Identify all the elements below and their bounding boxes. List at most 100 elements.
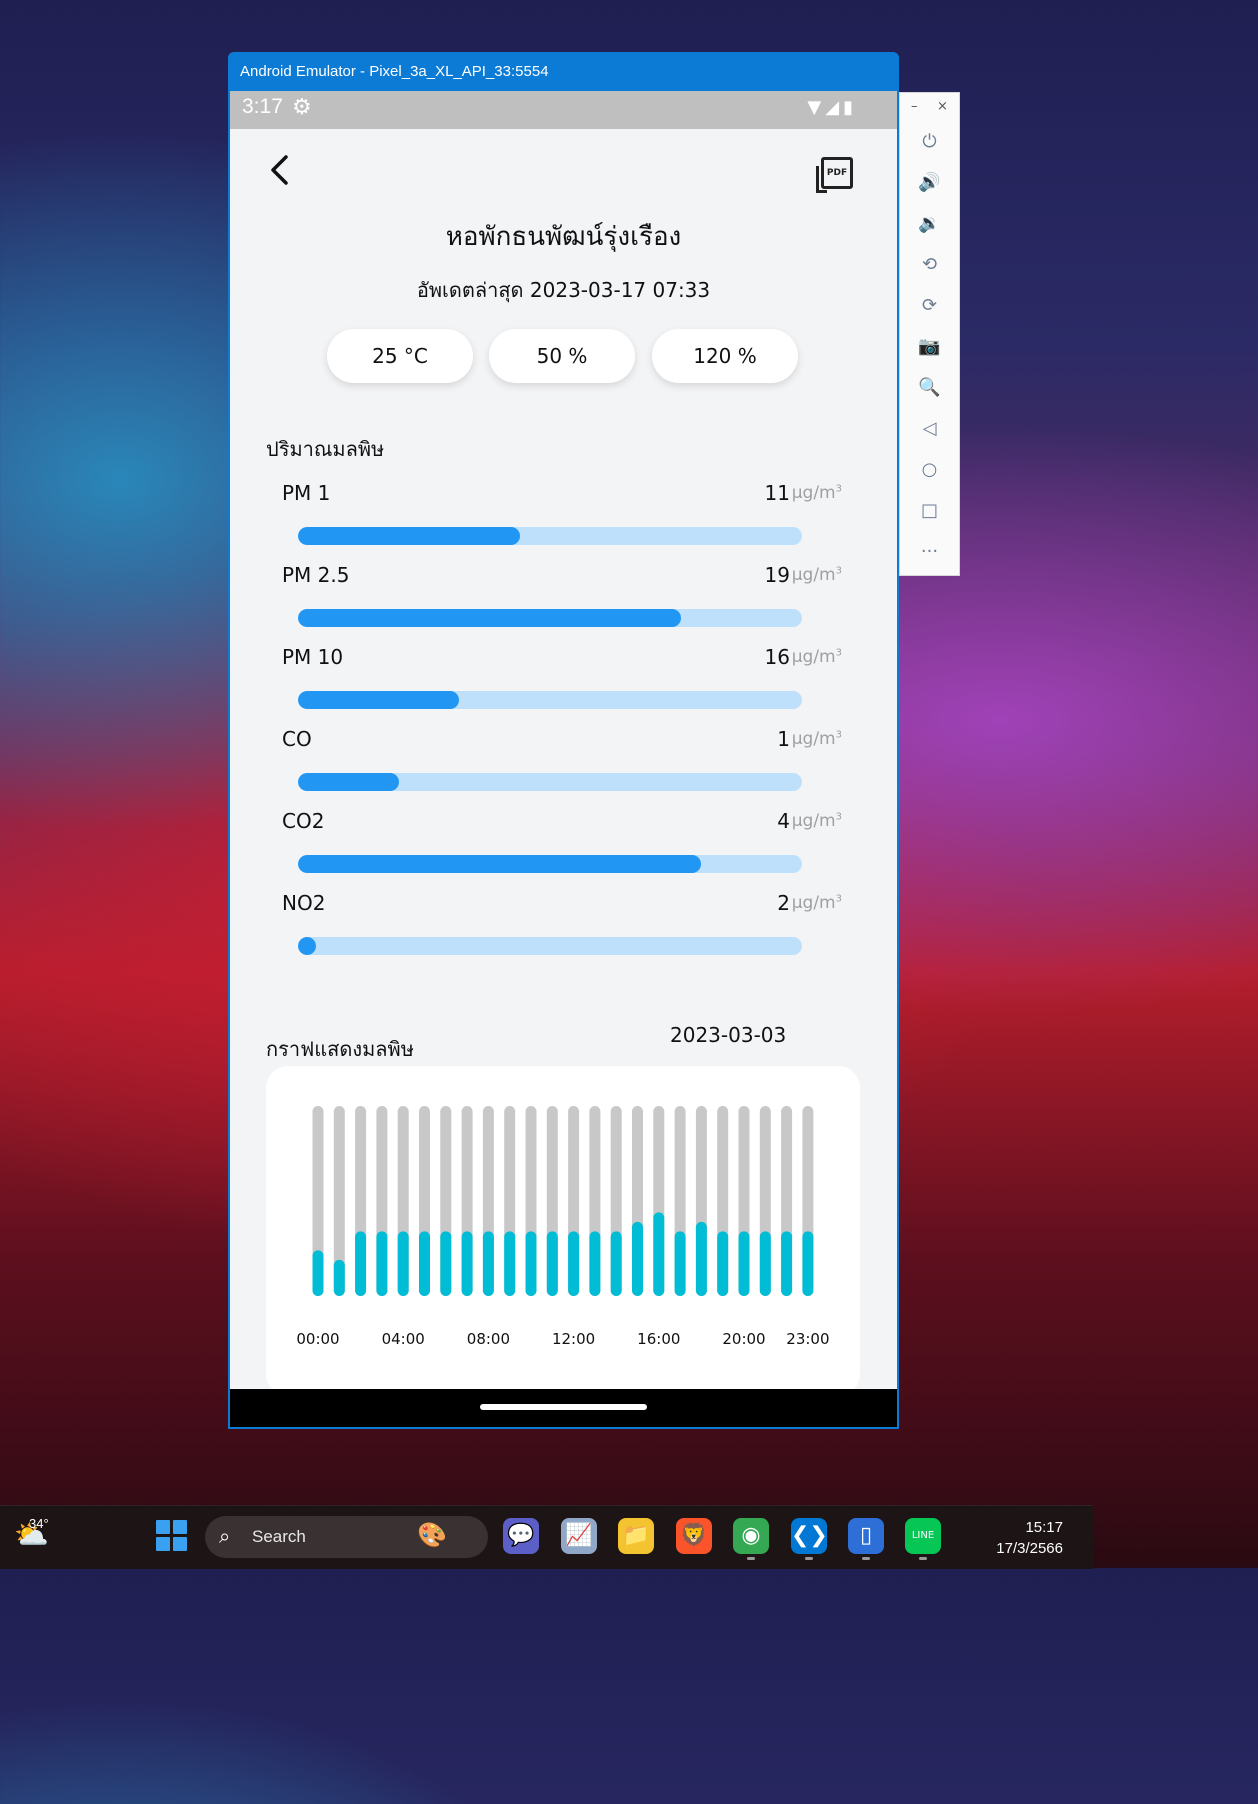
pollutant-unit: μg/m3 <box>792 565 842 585</box>
running-indicator <box>919 1557 927 1560</box>
pollutant-unit: μg/m3 <box>792 893 842 913</box>
volume-up-icon[interactable]: 🔊 <box>900 172 959 193</box>
app-glyph: 🦁 <box>680 1523 708 1548</box>
pdf-icon: PDF <box>826 168 848 178</box>
minimize-icon[interactable]: – <box>911 99 918 114</box>
search-icon: ⌕ <box>219 1524 231 1548</box>
bar-03:00[interactable] <box>376 1231 388 1296</box>
more-icon[interactable]: ··· <box>900 541 959 562</box>
pollutant-level-track <box>298 691 802 709</box>
unit-text: μg/m <box>791 729 836 749</box>
system-clock[interactable]: 15:17 17/3/2566 <box>996 1517 1063 1559</box>
unit-superscript: 3 <box>835 647 842 659</box>
home-circle-icon[interactable]: ○ <box>900 459 959 480</box>
pdf-export-button[interactable]: PDF <box>816 157 853 193</box>
running-indicator <box>862 1557 870 1560</box>
app-glyph: 📈 <box>565 1523 593 1548</box>
zoom-icon[interactable]: 🔍 <box>900 377 959 398</box>
temperature-pill: 25 °C <box>327 329 473 383</box>
clock-time: 15:17 <box>1025 1519 1063 1536</box>
bar-00:00[interactable] <box>312 1250 324 1296</box>
back-triangle-icon[interactable]: ◁ <box>900 418 959 439</box>
search-highlight-icon: 🎨 <box>417 1521 447 1549</box>
bar-05:00[interactable] <box>419 1231 430 1296</box>
humidity-value: 50 % <box>536 344 588 368</box>
rotate-left-icon[interactable]: ⟲ <box>900 254 959 275</box>
performance-monitor-icon[interactable]: 📈 <box>561 1518 597 1554</box>
pollutant-name: CO2 <box>282 809 325 833</box>
bar-23:00[interactable] <box>802 1231 814 1296</box>
close-icon[interactable]: × <box>937 99 948 114</box>
app-glyph: ◉ <box>741 1523 761 1548</box>
file-explorer-icon[interactable]: 📁 <box>618 1518 654 1554</box>
power-icon[interactable]: ⏻ <box>900 131 959 152</box>
bar-19:00[interactable] <box>717 1231 729 1296</box>
bar-21:00[interactable] <box>759 1231 771 1296</box>
unit-text: μg/m <box>791 483 836 503</box>
x-tick-label: 08:00 <box>467 1330 510 1348</box>
pollutant-value: 11 <box>764 481 790 505</box>
teams-chat-icon[interactable]: 💬 <box>503 1518 539 1554</box>
start-tile <box>156 1520 170 1534</box>
home-gesture-handle[interactable] <box>480 1404 647 1410</box>
status-time: 3:17 <box>242 95 283 118</box>
pollutant-name: CO <box>282 727 312 751</box>
start-tile <box>173 1520 187 1534</box>
pollutant-level-track <box>298 855 802 873</box>
graph-date-selector[interactable]: 2023-03-03 <box>670 1023 786 1047</box>
third-stat-value: 120 % <box>693 344 757 368</box>
x-tick-label: 04:00 <box>382 1330 425 1348</box>
bar-15:00[interactable] <box>632 1221 643 1296</box>
unit-superscript: 3 <box>835 811 842 823</box>
bar-10:00[interactable] <box>525 1231 537 1296</box>
settings-gear-icon: ⚙ <box>292 95 312 120</box>
humidity-pill: 50 % <box>489 329 635 383</box>
brave-browser-icon[interactable]: 🦁 <box>676 1518 712 1554</box>
start-tile <box>173 1537 187 1551</box>
pollutant-value: 1 <box>777 727 790 751</box>
weather-temperature: 34° <box>29 1516 49 1531</box>
phone-screen: 3:17 ⚙ ▼◢▮ PDF หอพักธนพัฒน์รุ่งเรือง อัพ… <box>230 91 897 1427</box>
bar-17:00[interactable] <box>674 1231 686 1296</box>
chrome-icon[interactable]: ◉ <box>733 1518 769 1560</box>
bar-07:00[interactable] <box>461 1231 473 1296</box>
pollutant-unit: μg/m3 <box>792 811 842 831</box>
pollutant-level-track <box>298 773 802 791</box>
back-button[interactable] <box>268 153 290 196</box>
pollutant-level-fill <box>298 937 316 955</box>
bar-08:00[interactable] <box>482 1231 494 1296</box>
temperature-value: 25 °C <box>372 344 428 368</box>
bar-14:00[interactable] <box>610 1231 622 1296</box>
pollutant-level-fill <box>298 773 399 791</box>
bar-06:00[interactable] <box>440 1231 452 1296</box>
volume-down-icon[interactable]: 🔉 <box>900 213 959 234</box>
start-button[interactable] <box>156 1520 187 1551</box>
overview-square-icon[interactable]: □ <box>900 500 959 521</box>
bar-20:00[interactable] <box>738 1231 750 1296</box>
search-label: Search <box>252 1527 306 1546</box>
bar-16:00[interactable] <box>653 1212 665 1296</box>
bar-09:00[interactable] <box>504 1231 516 1296</box>
x-tick-label: 12:00 <box>552 1330 595 1348</box>
bar-22:00[interactable] <box>781 1231 793 1296</box>
camera-icon[interactable]: 📷 <box>900 336 959 357</box>
bar-13:00[interactable] <box>589 1231 601 1296</box>
bar-12:00[interactable] <box>568 1231 580 1296</box>
pollutant-value: 16 <box>764 645 790 669</box>
x-tick-label: 16:00 <box>637 1330 680 1348</box>
pollution-bar-chart: 00:00 04:00 08:00 12:00 16:00 20:00 23:00 <box>296 1106 830 1348</box>
bar-18:00[interactable] <box>695 1221 707 1296</box>
line-app-icon[interactable]: LINE <box>905 1518 941 1560</box>
bar-01:00[interactable] <box>333 1259 345 1296</box>
taskbar-search[interactable]: ⌕ Search 🎨 <box>205 1516 488 1558</box>
emulator-window: Android Emulator - Pixel_3a_XL_API_33:55… <box>228 52 899 1429</box>
bar-04:00[interactable] <box>397 1231 409 1296</box>
graph-section-title: กราฟแสดงมลพิษ <box>266 1037 414 1061</box>
bar-11:00[interactable] <box>546 1231 558 1296</box>
bar-02:00[interactable] <box>355 1231 367 1296</box>
pollutant-name: PM 2.5 <box>282 563 350 587</box>
android-emulator-icon[interactable]: ▯ <box>848 1518 884 1560</box>
windows-taskbar: ⛅ 34° ⌕ Search 🎨 💬 📈 📁 🦁 ◉ ❮❯ ▯ LINE 15:17 17/3… <box>0 1505 1093 1569</box>
rotate-right-icon[interactable]: ⟳ <box>900 295 959 316</box>
vscode-icon[interactable]: ❮❯ <box>791 1518 828 1560</box>
